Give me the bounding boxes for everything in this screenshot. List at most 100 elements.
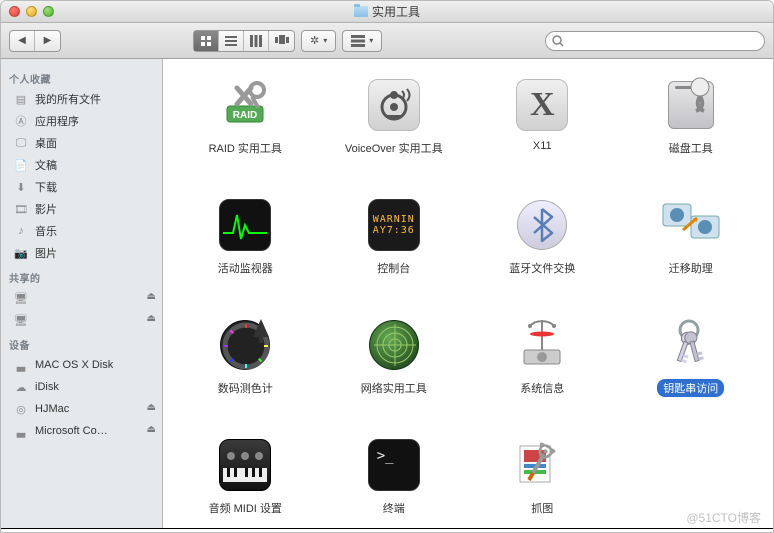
- app-colorimeter[interactable]: 数码测色计: [171, 317, 320, 397]
- list-view-button[interactable]: [219, 31, 244, 51]
- window-title-text: 实用工具: [372, 3, 420, 20]
- sidebar-item-label: 文稿: [35, 157, 57, 173]
- view-mode-switcher: [193, 30, 295, 52]
- sidebar-item[interactable]: 📄文稿: [1, 154, 162, 176]
- sidebar: 个人收藏▤我的所有文件Ⓐ应用程序🖵桌面📄文稿⬇下载🎞影片♪音乐📷图片共享的🖥⏏🖥…: [1, 59, 163, 528]
- sidebar-item-label: 图片: [35, 245, 57, 261]
- sidebar-item[interactable]: ☁ iDisk: [1, 376, 162, 398]
- app-network[interactable]: 网络实用工具: [320, 317, 469, 397]
- sidebar-item-label: 应用程序: [35, 113, 79, 129]
- sidebar-item[interactable]: Ⓐ 应用程序: [1, 110, 162, 132]
- app-diskutil[interactable]: 磁盘工具: [617, 77, 766, 157]
- app-grab[interactable]: 抓图: [468, 437, 617, 517]
- all-files-icon: ▤: [13, 91, 29, 107]
- disk-utility-icon: [663, 77, 719, 133]
- app-label: 控制台: [371, 259, 416, 277]
- hd-icon: ▃: [13, 423, 29, 439]
- sidebar-section-header: 共享的: [1, 264, 162, 287]
- nav-back-forward: ◀ ▶: [9, 30, 61, 52]
- arrange-menu-button[interactable]: ▾: [342, 30, 382, 52]
- toolbar: ◀ ▶ ✲ ▾ ▾: [1, 23, 773, 59]
- optical-disc-icon: ◎: [13, 401, 29, 417]
- sidebar-item-label: MAC OS X Disk: [35, 359, 113, 371]
- close-window-button[interactable]: [9, 6, 20, 17]
- app-activity[interactable]: 活动监视器: [171, 197, 320, 277]
- eject-icon[interactable]: ⏏: [147, 424, 156, 435]
- sidebar-item-label: Microsoft Co…: [35, 425, 108, 437]
- app-label: 系统信息: [514, 379, 570, 397]
- chevron-down-icon: ▾: [323, 36, 327, 45]
- app-keychain[interactable]: 钥匙串访问: [617, 317, 766, 397]
- apps-icon: Ⓐ: [13, 113, 29, 129]
- sidebar-item[interactable]: ◎ HJMac ⏏: [1, 398, 162, 420]
- grab-icon: [514, 437, 570, 493]
- app-migration[interactable]: 迁移助理: [617, 197, 766, 277]
- hd-icon: ▃: [13, 357, 29, 373]
- app-label: 蓝牙文件交换: [503, 259, 581, 277]
- raid-utility-icon: RAID: [217, 77, 273, 133]
- column-view-icon: [250, 35, 262, 47]
- sidebar-item[interactable]: ▃ Microsoft Co… ⏏: [1, 420, 162, 442]
- sidebar-item-label: iDisk: [35, 381, 59, 393]
- sidebar-item-label: 下载: [35, 179, 57, 195]
- titlebar: 实用工具: [1, 1, 773, 23]
- app-label: 磁盘工具: [663, 139, 719, 157]
- app-terminal[interactable]: >_终端: [320, 437, 469, 517]
- sidebar-item[interactable]: 🖵桌面: [1, 132, 162, 154]
- sidebar-item[interactable]: 🖥⏏: [1, 287, 162, 309]
- keychain-icon: [663, 317, 719, 373]
- music-icon: ♪: [13, 223, 29, 239]
- gear-icon: ✲: [310, 34, 319, 47]
- bluetooth-icon: [514, 197, 570, 253]
- app-label: X11: [527, 139, 558, 153]
- app-label: RAID 实用工具: [203, 139, 288, 157]
- zoom-window-button[interactable]: [43, 6, 54, 17]
- terminal-icon: >_: [366, 437, 422, 493]
- app-label: 活动监视器: [212, 259, 279, 277]
- sidebar-item-label: 影片: [35, 201, 57, 217]
- pictures-icon: 📷: [13, 245, 29, 261]
- eject-icon[interactable]: ⏏: [147, 291, 156, 302]
- shared-computer-icon: 🖥: [13, 290, 29, 306]
- chevron-down-icon: ▾: [369, 36, 373, 45]
- sidebar-item[interactable]: ▃ MAC OS X Disk: [1, 354, 162, 376]
- system-info-icon: [514, 317, 570, 373]
- migration-icon: [663, 197, 719, 253]
- app-label: 迁移助理: [663, 259, 719, 277]
- chevron-right-icon: ▶: [44, 35, 52, 46]
- movies-icon: 🎞: [13, 201, 29, 217]
- app-voiceover[interactable]: VoiceOver 实用工具: [320, 77, 469, 157]
- sidebar-item[interactable]: ♪音乐: [1, 220, 162, 242]
- downloads-icon: ⬇: [13, 179, 29, 195]
- chevron-left-icon: ◀: [18, 35, 26, 46]
- x11-icon: X: [514, 77, 570, 133]
- search-input[interactable]: [545, 31, 765, 51]
- app-x11[interactable]: X X11: [468, 77, 617, 157]
- app-bluetooth[interactable]: 蓝牙文件交换: [468, 197, 617, 277]
- sidebar-item[interactable]: 🖥⏏: [1, 309, 162, 331]
- audio-midi-icon: [217, 437, 273, 493]
- app-audio-midi[interactable]: 音频 MIDI 设置: [171, 437, 320, 517]
- sidebar-item[interactable]: 📷 图片: [1, 242, 162, 264]
- sidebar-section-header: 个人收藏: [1, 65, 162, 88]
- idisk-icon: ☁: [13, 379, 29, 395]
- icon-view-button[interactable]: [194, 31, 219, 51]
- sidebar-item-label: HJMac: [35, 403, 69, 415]
- eject-icon[interactable]: ⏏: [147, 313, 156, 324]
- eject-icon[interactable]: ⏏: [147, 402, 156, 413]
- action-menu-button[interactable]: ✲ ▾: [301, 30, 336, 52]
- column-view-button[interactable]: [244, 31, 269, 51]
- app-label: 抓图: [525, 499, 559, 517]
- minimize-window-button[interactable]: [26, 6, 37, 17]
- search-icon: [552, 35, 564, 47]
- app-console[interactable]: WARNINAY7:36控制台: [320, 197, 469, 277]
- forward-button[interactable]: ▶: [35, 31, 60, 51]
- coverflow-view-button[interactable]: [269, 31, 294, 51]
- back-button[interactable]: ◀: [10, 31, 35, 51]
- sidebar-item[interactable]: 🎞 影片: [1, 198, 162, 220]
- sidebar-item[interactable]: ▤我的所有文件: [1, 88, 162, 110]
- sidebar-item[interactable]: ⬇ 下载: [1, 176, 162, 198]
- app-sysinfo[interactable]: 系统信息: [468, 317, 617, 397]
- app-raid[interactable]: RAID RAID 实用工具: [171, 77, 320, 157]
- folder-icon: [354, 6, 368, 17]
